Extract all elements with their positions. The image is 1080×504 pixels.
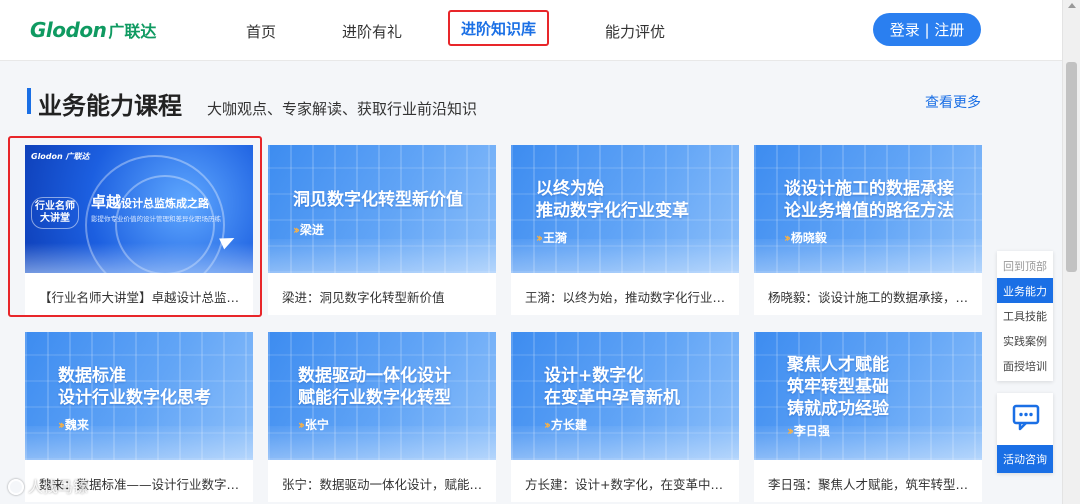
course-thumbnail: 谈设计施工的数据承接 论业务增值的路径方法 ›› 杨晓毅 [754,145,982,273]
author-name: 李日强 [793,424,830,438]
author-name: 杨晓毅 [790,231,827,245]
course-caption[interactable]: 王漪：以终为始，推动数字化行业变革 [525,287,730,306]
watermark: 人找马镖 [8,476,88,497]
chat-bubble-icon [1012,404,1040,431]
consult-label[interactable]: 活动咨询 [997,445,1053,473]
course-thumbnail: 数据标准 设计行业数字化思考 ›› 魏来 [25,332,253,460]
floating-side-nav: 回到顶部 业务能力 工具技能 实践案例 面授培训 [997,251,1053,381]
scroll-thumb[interactable] [1066,62,1077,272]
course-caption[interactable]: 方长建：设计+数字化，在变革中孕育新机 [525,474,730,493]
course-card[interactable]: 以终为始 推动数字化行业变革 ›› 王漪 王漪：以终为始，推动数字化行业变革 [511,145,739,315]
course-caption[interactable]: 杨晓毅：谈设计施工的数据承接，论业务增值的路径方法 [768,287,973,306]
section-title: 业务能力课程 [38,92,182,120]
thumbnail-author: ›› 张宁 [298,416,329,433]
watermark-text: 人找马镖 [28,478,89,496]
top-header: Glodon 广联达 首页 进阶有礼 进阶知识库 能力评优 登录 | 注册 [0,0,1062,61]
chevron-right-icon: ›› [787,423,794,438]
side-nav-tool-skills[interactable]: 工具技能 [997,303,1053,328]
chevron-right-icon: ›› [784,230,791,245]
thumbnail-author: ›› 杨晓毅 [784,229,827,246]
chevron-right-icon: ›› [544,417,551,432]
thumbnail-title: 设计+数字化 在变革中孕育新机 [544,366,680,408]
course-caption[interactable]: 梁进：洞见数字化转型新价值 [282,287,487,306]
thumbnail-author: ›› 梁进 [293,221,324,238]
author-name: 魏来 [64,418,89,432]
login-register-button[interactable]: 登录 | 注册 [873,13,981,46]
thumbnail-title: 数据标准 设计行业数字化思考 [58,366,211,408]
side-nav-business-ability[interactable]: 业务能力 [997,278,1053,303]
page-scrollbar[interactable] [1062,0,1080,504]
course-thumbnail: 聚焦人才赋能 筑牢转型基础 铸就成功经验 ›› 李日强 [754,332,982,460]
course-thumbnail: 数据驱动一体化设计 赋能行业数字化转型 ›› 张宁 [268,332,496,460]
course-thumbnail: 以终为始 推动数字化行业变革 ›› 王漪 [511,145,739,273]
chevron-right-icon: ›› [293,222,300,237]
author-name: 梁进 [299,223,324,237]
author-name: 王漪 [542,231,567,245]
scroll-up-arrow-icon[interactable] [1068,3,1076,8]
course-card[interactable]: 数据驱动一体化设计 赋能行业数字化转型 ›› 张宁 张宁：数据驱动一体化设计，赋能… [268,332,496,502]
highlight-box [8,136,262,317]
course-card[interactable]: 聚焦人才赋能 筑牢转型基础 铸就成功经验 ›› 李日强 李日强：聚焦人才赋能，筑牢… [754,332,982,502]
course-card[interactable]: 洞见数字化转型新价值 ›› 梁进 梁进：洞见数字化转型新价值 [268,145,496,315]
course-caption[interactable]: 张宁：数据驱动一体化设计，赋能行业数字化转型 [282,474,487,493]
logo-wordmark: Glodon [30,18,107,42]
view-more-link[interactable]: 查看更多 [925,92,981,112]
author-name: 张宁 [304,418,329,432]
nav-home[interactable]: 首页 [246,21,276,42]
thumbnail-author: ›› 方长建 [544,416,587,433]
back-to-top-link[interactable]: 回到顶部 [997,253,1053,278]
thumbnail-author: ›› 王漪 [536,229,567,246]
glodon-logo[interactable]: Glodon 广联达 [30,18,156,42]
page: Glodon 广联达 首页 进阶有礼 进阶知识库 能力评优 登录 | 注册 业务… [0,0,1080,504]
thumbnail-title: 谈设计施工的数据承接 论业务增值的路径方法 [784,179,954,221]
chevron-right-icon: ›› [58,417,65,432]
side-nav-offline-training[interactable]: 面授培训 [997,353,1053,378]
thumbnail-title: 洞见数字化转型新价值 [293,190,463,210]
nav-ability-rating[interactable]: 能力评优 [605,21,665,42]
watermark-circle-icon [8,478,24,495]
course-card[interactable]: 设计+数字化 在变革中孕育新机 ››方长建 方长建：设计+数字化，在变革中孕育新… [511,332,739,502]
side-nav-practice-cases[interactable]: 实践案例 [997,328,1053,353]
section-accent-bar [27,88,31,114]
course-thumbnail: 设计+数字化 在变革中孕育新机 ›› 方长建 [511,332,739,460]
nav-knowledge-base[interactable]: 进阶知识库 [448,10,549,46]
chevron-right-icon: ›› [298,417,305,432]
decor-floor [268,239,496,273]
section-subtitle: 大咖观点、专家解读、获取行业前沿知识 [207,100,478,118]
thumbnail-title: 以终为始 推动数字化行业变革 [536,179,689,221]
course-caption[interactable]: 李日强：聚焦人才赋能，筑牢转型基础，铸就成功经验 [768,474,973,493]
thumbnail-title: 聚焦人才赋能 筑牢转型基础 铸就成功经验 [787,355,889,419]
nav-advance-gift[interactable]: 进阶有礼 [342,21,402,42]
thumbnail-author: ›› 李日强 [787,422,830,439]
consult-widget[interactable]: 活动咨询 [997,393,1053,473]
thumbnail-author: ›› 魏来 [58,416,89,433]
thumbnail-title: 数据驱动一体化设计 赋能行业数字化转型 [298,366,451,408]
author-name: 方长建 [550,418,587,432]
logo-chinese: 广联达 [108,22,157,41]
course-card[interactable]: 谈设计施工的数据承接 论业务增值的路径方法 ›› 杨晓毅 杨晓毅：谈设计施工的数据… [754,145,982,315]
course-thumbnail: 洞见数字化转型新价值 ›› 梁进 [268,145,496,273]
chevron-right-icon: ›› [536,230,543,245]
